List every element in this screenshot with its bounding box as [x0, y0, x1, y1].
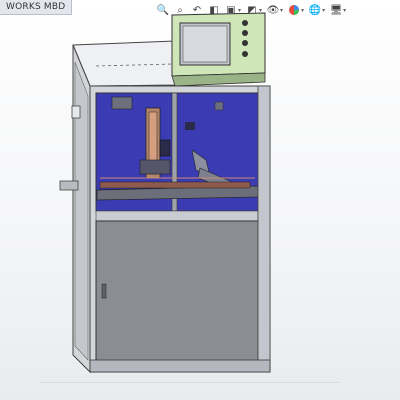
- panel-button-3: [242, 40, 248, 46]
- panel-button-2: [242, 30, 248, 36]
- panel-button-1: [242, 20, 248, 26]
- machine-top-plate: [72, 40, 176, 87]
- door-handle: [101, 283, 107, 299]
- cabinet-door: [95, 220, 259, 363]
- machine-model[interactable]: [0, 0, 400, 400]
- ground-shadow: [40, 382, 340, 383]
- panel-button-4: [242, 51, 248, 57]
- side-knob: [59, 180, 79, 191]
